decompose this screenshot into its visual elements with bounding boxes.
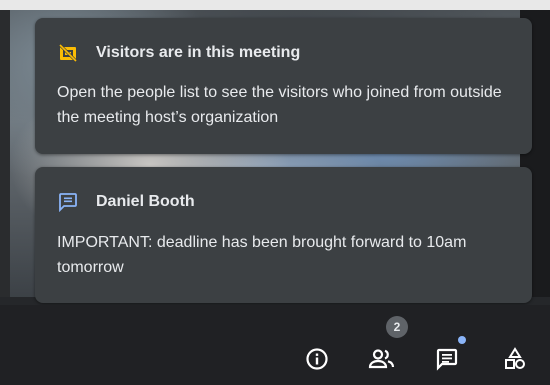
chat-unread-dot	[458, 336, 466, 344]
visitors-alert-icon	[57, 42, 79, 64]
chat-message-sender: Daniel Booth	[96, 193, 195, 210]
meeting-details-button[interactable]	[301, 345, 333, 377]
activities-icon	[503, 346, 527, 376]
chat-button[interactable]	[431, 345, 463, 377]
chat-message-header: Daniel Booth	[57, 191, 195, 213]
people-count-badge: 2	[386, 316, 408, 338]
visitors-notification-title: Visitors are in this meeting	[96, 44, 301, 61]
activities-button[interactable]	[499, 345, 531, 377]
chat-message-notification[interactable]: Daniel Booth IMPORTANT: deadline has bee…	[35, 167, 532, 303]
chat-message-icon	[57, 191, 79, 213]
visitors-notification: Visitors are in this meeting Open the pe…	[35, 18, 532, 154]
video-edge-left	[0, 0, 10, 305]
chat-message-body: IMPORTANT: deadline has been brought for…	[57, 234, 467, 276]
info-icon	[305, 347, 329, 376]
visitors-notification-header: Visitors are in this meeting	[57, 42, 300, 64]
people-button[interactable]	[366, 345, 398, 377]
meeting-toolbar: 2	[0, 305, 550, 385]
visitors-notification-body: Open the people list to see the visitors…	[57, 84, 502, 126]
chat-icon	[435, 347, 459, 376]
window-top-bar	[0, 0, 550, 10]
people-icon	[368, 347, 396, 376]
